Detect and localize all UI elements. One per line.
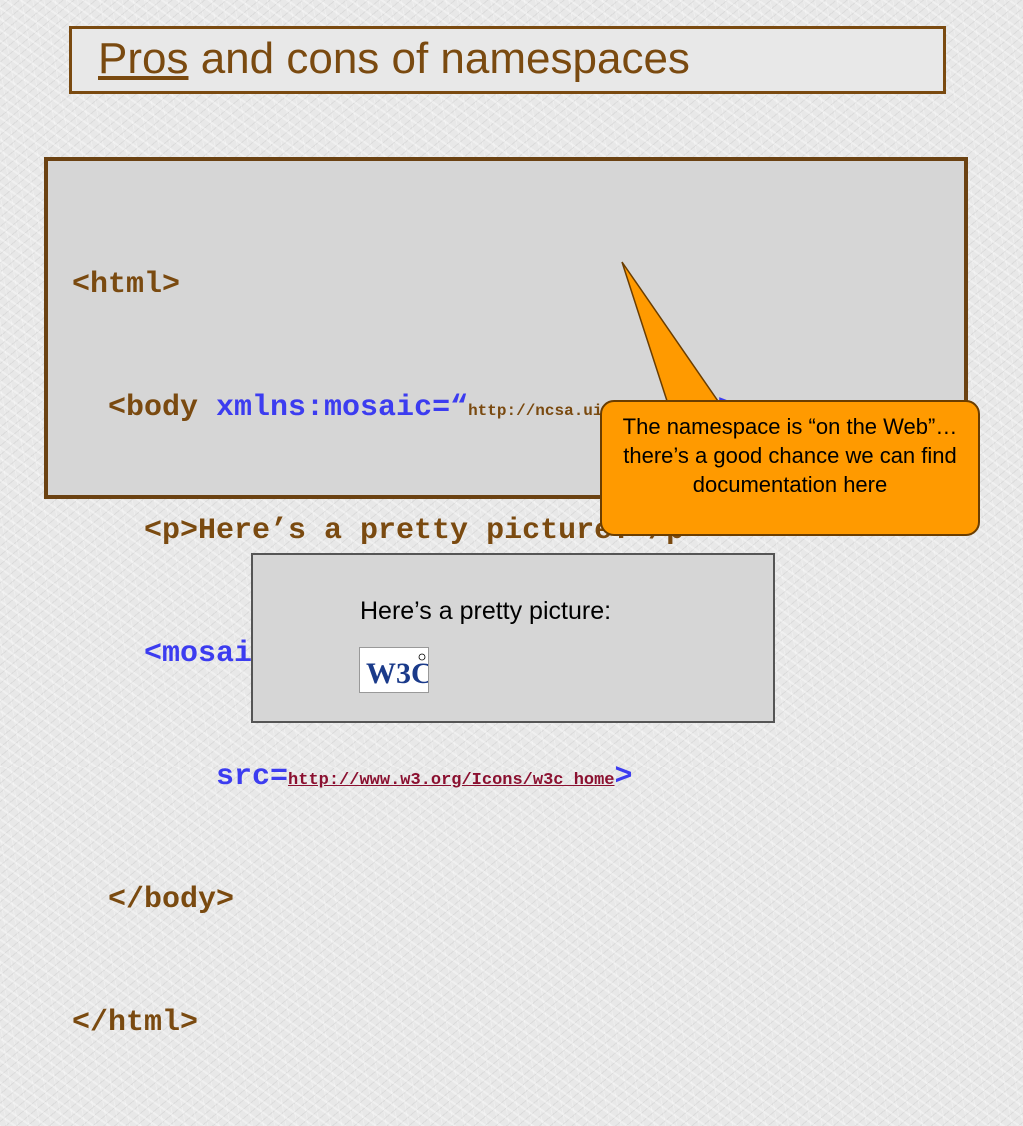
w3c-logo[interactable]: W3C (359, 647, 433, 693)
code-line-src: src=http://www.w3.org/Icons/w3c_home> (72, 757, 736, 798)
w3c-icon-link[interactable]: http://www.w3.org/Icons/w3c_home (288, 771, 614, 790)
svg-text:W3C: W3C (366, 657, 428, 690)
src-attribute: src= (72, 760, 289, 794)
page-title: Pros and cons of namespaces (98, 33, 690, 85)
title-rest: and cons of namespaces (188, 34, 690, 83)
title-box: Pros and cons of namespaces (69, 26, 946, 94)
rendered-preview-box: Here’s a pretty picture: W3C (251, 553, 775, 723)
code-line-body-close: </body> (72, 883, 235, 917)
title-link-pros[interactable]: Pros (98, 34, 188, 83)
w3c-logo-icon: W3C (366, 653, 433, 690)
code-line-html-open: <html> (72, 268, 181, 302)
body-tag-start: <body (72, 391, 217, 425)
preview-text: Here’s a pretty picture: (360, 597, 612, 625)
img-tag-close: > (614, 760, 633, 794)
xmlns-attribute: xmlns:mosaic=“ (216, 391, 469, 425)
callout-note: The namespace is “on the Web”…there’s a … (600, 400, 980, 536)
code-line-html-close: </html> (72, 1006, 199, 1040)
